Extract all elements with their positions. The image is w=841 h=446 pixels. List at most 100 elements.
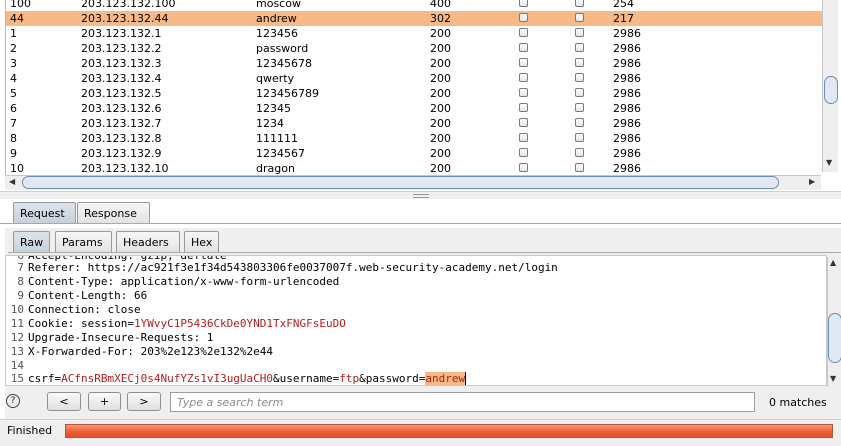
param-key: username <box>279 372 333 385</box>
scroll-right-arrow-icon[interactable]: ▶ <box>809 177 815 186</box>
scroll-left-arrow-icon[interactable]: ◀ <box>9 177 15 186</box>
header-name: Referer: <box>28 261 81 274</box>
table-vertical-scroll-thumb[interactable] <box>824 76 838 104</box>
error-checkbox[interactable] <box>519 118 528 127</box>
line-number: 15 <box>10 372 24 385</box>
tab-params[interactable]: Params <box>55 231 112 252</box>
timeout-checkbox[interactable] <box>575 58 584 67</box>
table-row[interactable]: 9 203.123.132.9 1234567 200 2986 <box>6 146 822 161</box>
table-row[interactable]: 100 203.123.132.100 moscow 400 254 <box>6 0 822 11</box>
scroll-up-arrow-icon[interactable]: ▲ <box>830 258 836 267</box>
table-horizontal-scroll-thumb[interactable] <box>22 176 779 189</box>
header-line[interactable]: X-Forwarded-For: 203%2e123%2e132%2e44 <box>28 345 273 358</box>
error-checkbox[interactable] <box>519 13 528 22</box>
error-checkbox[interactable] <box>519 88 528 97</box>
tab-hex[interactable]: Hex <box>184 231 219 252</box>
cell-payload: 111111 <box>256 132 298 145</box>
timeout-checkbox[interactable] <box>575 88 584 97</box>
status-text: Finished <box>7 424 53 437</box>
error-checkbox[interactable] <box>519 43 528 52</box>
cell-status: 200 <box>430 87 451 100</box>
cell-ip-address: 203.123.132.7 <box>81 117 162 130</box>
line-number: 10 <box>10 303 24 316</box>
cell-length: 2986 <box>613 42 641 55</box>
line-number: 9 <box>17 289 24 302</box>
timeout-checkbox[interactable] <box>575 13 584 22</box>
search-input[interactable] <box>170 392 755 412</box>
header-value: close <box>100 303 141 316</box>
cell-request-number: 2 <box>10 42 17 55</box>
editor-vertical-scrollbar[interactable]: ▲ ▼ <box>827 257 841 387</box>
previous-match-button[interactable]: < <box>47 392 81 411</box>
table-row[interactable]: 2 203.123.132.2 password 200 2986 <box>6 41 822 56</box>
splitter-grip-icon[interactable] <box>413 194 429 198</box>
table-row[interactable]: 7 203.123.132.7 1234 200 2986 <box>6 116 822 131</box>
table-row[interactable]: 3 203.123.132.3 12345678 200 2986 <box>6 56 822 71</box>
line-number: 11 <box>10 317 24 330</box>
raw-request-editor[interactable]: 6 Accept-Encoding: gzip, deflate 7 Refere… <box>5 255 827 386</box>
timeout-checkbox[interactable] <box>575 163 584 172</box>
error-checkbox[interactable] <box>519 0 528 7</box>
cell-payload: 1234 <box>256 117 284 130</box>
error-checkbox[interactable] <box>519 58 528 67</box>
cell-ip-address: 203.123.132.1 <box>81 27 162 40</box>
cell-payload: 123456789 <box>256 87 319 100</box>
results-table[interactable]: 100 203.123.132.100 moscow 400 254 44 203.123.… <box>5 0 822 176</box>
editor-scroll-thumb[interactable] <box>828 313 841 363</box>
scroll-down-arrow-icon[interactable]: ▼ <box>826 158 832 167</box>
header-line[interactable]: Connection: close <box>28 303 141 316</box>
table-row[interactable]: 1 203.123.132.1 123456 200 2986 <box>6 26 822 41</box>
error-checkbox[interactable] <box>519 28 528 37</box>
request-body-line[interactable]: csrf=ACfnsRBmXECj0s4NufYZs1vI3ugUaCH0&us… <box>28 372 467 385</box>
add-search-button[interactable]: + <box>88 392 121 411</box>
timeout-checkbox[interactable] <box>575 133 584 142</box>
timeout-checkbox[interactable] <box>575 73 584 82</box>
table-horizontal-scrollbar[interactable]: ◀ ▶ <box>5 175 821 190</box>
header-line[interactable]: Content-Type: application/x-www-form-url… <box>28 275 339 288</box>
cell-status: 200 <box>430 42 451 55</box>
cell-status: 200 <box>430 162 451 175</box>
table-row[interactable]: 44 203.123.132.44 andrew 302 217 <box>6 11 822 26</box>
cell-request-number: 3 <box>10 57 17 70</box>
error-checkbox[interactable] <box>519 103 528 112</box>
param-value-csrf: ACfnsRBmXECj0s4NufYZs1vI3ugUaCH0 <box>61 372 274 385</box>
param-key: password <box>365 372 419 385</box>
text-cursor <box>465 372 467 385</box>
cell-status: 200 <box>430 27 451 40</box>
table-row[interactable]: 5 203.123.132.5 123456789 200 2986 <box>6 86 822 101</box>
table-row[interactable]: 8 203.123.132.8 111111 200 2986 <box>6 131 822 146</box>
table-row[interactable]: 6 203.123.132.6 12345 200 2986 <box>6 101 822 116</box>
tab-headers[interactable]: Headers <box>116 231 180 252</box>
header-line[interactable]: Content-Length: 66 <box>28 289 147 302</box>
header-line[interactable]: Cookie: session=1YWvyC1P5436CkDe0YND1TxF… <box>28 317 346 330</box>
cell-payload: moscow <box>256 0 301 10</box>
help-icon[interactable]: ? <box>6 394 20 408</box>
next-match-button[interactable]: > <box>127 392 161 411</box>
timeout-checkbox[interactable] <box>575 28 584 37</box>
timeout-checkbox[interactable] <box>575 103 584 112</box>
error-checkbox[interactable] <box>519 73 528 82</box>
header-name: Upgrade-Insecure-Requests: <box>28 331 201 344</box>
pane-splitter[interactable] <box>0 191 841 199</box>
timeout-checkbox[interactable] <box>575 43 584 52</box>
header-line[interactable]: Upgrade-Insecure-Requests: 1 <box>28 331 213 344</box>
table-row[interactable]: 10 203.123.132.10 dragon 200 2986 <box>6 161 822 176</box>
header-name: Cookie: <box>28 317 75 330</box>
timeout-checkbox[interactable] <box>575 118 584 127</box>
timeout-checkbox[interactable] <box>575 148 584 157</box>
error-checkbox[interactable] <box>519 148 528 157</box>
header-line[interactable]: Referer: https://ac921f3e1f34d543803306f… <box>28 261 558 274</box>
tab-response[interactable]: Response <box>77 202 150 223</box>
table-row[interactable]: 4 203.123.132.4 qwerty 200 2986 <box>6 71 822 86</box>
error-checkbox[interactable] <box>519 133 528 142</box>
tab-request[interactable]: Request <box>13 202 76 223</box>
cell-payload: andrew <box>256 12 297 25</box>
timeout-checkbox[interactable] <box>575 0 584 7</box>
table-vertical-scrollbar[interactable]: ▼ <box>822 0 838 172</box>
scroll-down-arrow-icon[interactable]: ▼ <box>830 374 836 383</box>
tab-raw[interactable]: Raw <box>13 231 50 252</box>
session-cookie-value: 1YWvyC1P5436CkDe0YND1TxFNGFsEuDO <box>133 317 346 330</box>
cell-ip-address: 203.123.132.10 <box>81 162 169 175</box>
error-checkbox[interactable] <box>519 163 528 172</box>
cell-request-number: 10 <box>10 162 24 175</box>
